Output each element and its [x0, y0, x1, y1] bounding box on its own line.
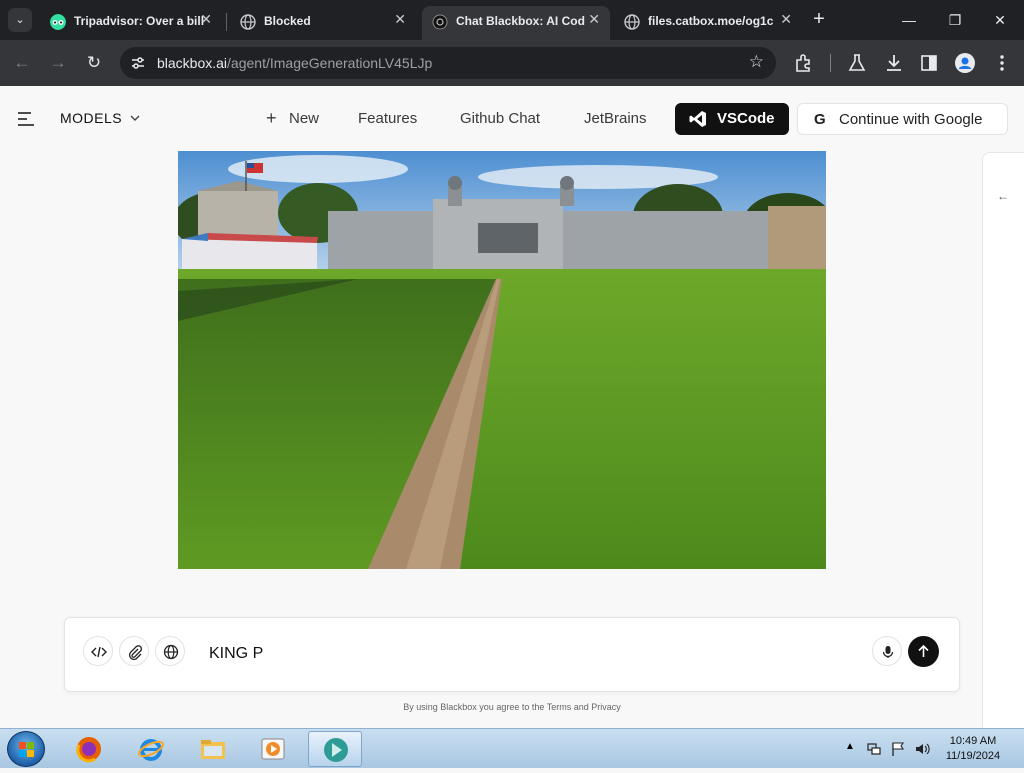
show-hidden-icons-icon[interactable]: ▲ — [845, 741, 861, 757]
vscode-label: VSCode — [717, 110, 775, 127]
taskbar-firefox[interactable] — [62, 731, 116, 767]
arrow-left-icon[interactable]: ← — [997, 189, 1009, 203]
tab-search-button[interactable]: ⌄ — [8, 8, 32, 32]
site-settings-icon[interactable] — [130, 55, 146, 71]
network-icon[interactable] — [866, 741, 882, 757]
start-button[interactable] — [7, 731, 45, 767]
volume-icon[interactable] — [914, 741, 930, 757]
windows-taskbar: ▲ 10:49 AM 11/19/2024 — [0, 728, 1024, 768]
forward-arrow-icon[interactable]: → — [47, 52, 69, 74]
blackbox-page: MODELS + New Features Github Chat JetBra… — [0, 86, 1024, 728]
window-close-icon[interactable]: ✕ — [990, 10, 1010, 30]
arrow-up-icon — [918, 644, 929, 657]
internet-explorer-icon — [138, 739, 164, 761]
url-domain: blackbox.ai — [157, 55, 228, 71]
minimize-icon[interactable]: — — [899, 10, 919, 30]
github-chat-link[interactable]: Github Chat — [460, 110, 540, 127]
google-icon: G — [814, 111, 826, 128]
tripadvisor-favicon-icon — [50, 14, 66, 30]
hamburger-menu-icon[interactable] — [17, 111, 35, 127]
chevron-down-icon[interactable] — [129, 112, 141, 124]
taskbar-file-explorer[interactable] — [186, 731, 240, 767]
windows-logo-icon — [19, 742, 34, 757]
url-text: blackbox.ai/agent/ImageGenerationLV45LJp — [157, 55, 432, 71]
tab-catbox[interactable]: files.catbox.moe/og1c ✕ — [614, 6, 802, 40]
tab-chat-blackbox[interactable]: Chat Blackbox: AI Cod ✕ — [422, 6, 610, 40]
tab-divider — [226, 13, 227, 31]
url-path: /agent/ImageGenerationLV45LJp — [227, 55, 433, 71]
attach-file-button[interactable] — [119, 636, 149, 666]
tab-title: Tripadvisor: Over a bill — [74, 14, 204, 28]
action-center-flag-icon[interactable] — [890, 741, 906, 757]
labs-flask-icon[interactable] — [846, 52, 868, 74]
vscode-icon — [689, 111, 706, 127]
chat-message-input[interactable] — [209, 642, 849, 666]
terms-notice: By using Blackbox you agree to the Terms… — [403, 702, 621, 712]
tab-close-icon[interactable]: ✕ — [588, 11, 600, 28]
side-panel-icon[interactable] — [918, 52, 940, 74]
download-icon[interactable] — [883, 52, 905, 74]
taskbar-media-player[interactable] — [246, 731, 300, 767]
features-link[interactable]: Features — [358, 110, 417, 127]
tab-tripadvisor[interactable]: Tripadvisor: Over a bill ✕ — [40, 6, 222, 40]
tab-title: Blocked — [264, 14, 311, 28]
chat-input-box — [64, 617, 960, 692]
bookmark-star-icon[interactable]: ☆ — [749, 52, 764, 72]
taskbar-chrome-active[interactable] — [308, 731, 362, 767]
system-clock[interactable]: 10:49 AM 11/19/2024 — [940, 734, 1006, 764]
tab-close-icon[interactable]: ✕ — [200, 11, 212, 28]
extensions-icon[interactable] — [793, 52, 815, 74]
voice-input-button[interactable] — [872, 636, 902, 666]
restore-icon[interactable]: ❐ — [945, 10, 965, 30]
chevron-down-icon: ⌄ — [15, 14, 25, 26]
code-icon — [91, 646, 107, 658]
blackbox-favicon-icon — [432, 14, 448, 30]
models-dropdown[interactable]: MODELS — [60, 110, 122, 126]
toolbar-divider — [830, 54, 831, 72]
taskbar-internet-explorer[interactable] — [124, 731, 178, 767]
right-side-panel: ← — [982, 152, 1024, 728]
media-player-icon — [261, 738, 285, 760]
globe-icon — [163, 644, 179, 660]
continue-with-google-button[interactable]: G Continue with Google — [797, 103, 1008, 135]
folder-icon — [201, 740, 225, 759]
back-arrow-icon[interactable]: ← — [11, 52, 33, 74]
tab-blocked[interactable]: Blocked ✕ — [230, 6, 416, 40]
send-button[interactable] — [908, 636, 939, 667]
microphone-icon — [882, 646, 894, 658]
jetbrains-link[interactable]: JetBrains — [584, 110, 647, 127]
browser-tab-strip: ⌄ Tripadvisor: Over a bill ✕ Blocked ✕ C… — [0, 0, 1024, 40]
tab-title: Chat Blackbox: AI Cod — [456, 14, 585, 28]
new-chat-link[interactable]: New — [289, 110, 319, 127]
google-label: Continue with Google — [839, 111, 983, 128]
more-menu-icon[interactable] — [991, 52, 1013, 74]
browser-app-icon — [324, 738, 348, 762]
generated-image[interactable] — [178, 151, 826, 569]
browser-toolbar: ← → ↻ blackbox.ai/agent/ImageGenerationL… — [0, 40, 1024, 86]
web-search-button[interactable] — [155, 636, 185, 666]
reload-icon[interactable]: ↻ — [83, 52, 105, 74]
firefox-icon — [76, 737, 101, 763]
globe-icon — [624, 14, 640, 30]
clock-time: 10:49 AM — [949, 735, 997, 747]
new-tab-button[interactable]: + — [808, 9, 830, 31]
globe-icon — [240, 14, 256, 30]
tab-close-icon[interactable]: ✕ — [394, 11, 406, 28]
paperclip-icon — [128, 645, 143, 660]
code-mode-button[interactable] — [83, 636, 113, 666]
address-bar[interactable]: blackbox.ai/agent/ImageGenerationLV45LJp… — [120, 47, 776, 79]
tab-title: files.catbox.moe/og1c — [648, 14, 774, 28]
vscode-button[interactable]: VSCode — [675, 103, 789, 135]
profile-avatar-icon[interactable] — [954, 52, 976, 74]
tab-close-icon[interactable]: ✕ — [780, 11, 792, 28]
clock-date: 11/19/2024 — [945, 750, 1001, 762]
plus-icon[interactable]: + — [266, 108, 277, 129]
